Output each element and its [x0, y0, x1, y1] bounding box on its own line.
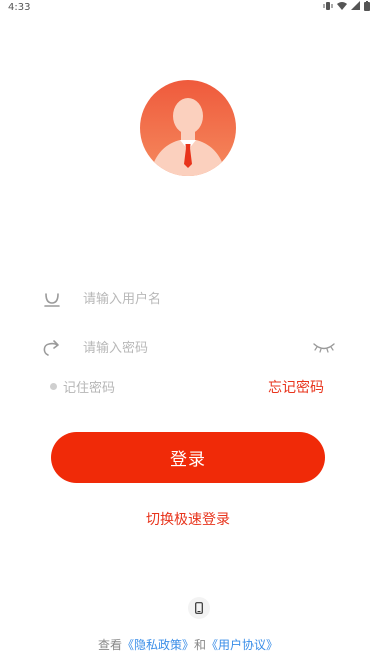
username-input[interactable]	[83, 290, 313, 308]
privacy-policy-link[interactable]: 《隐私政策》	[122, 638, 194, 652]
remember-label: 记住密码	[63, 381, 116, 396]
login-button[interactable]: 登录	[51, 432, 325, 483]
status-bar: 4:33	[0, 0, 376, 16]
status-time: 4:33	[8, 2, 31, 13]
user-icon	[44, 293, 60, 307]
switch-quick-login-link[interactable]: 切换极速登录	[0, 509, 376, 529]
forgot-password-link[interactable]: 忘记密码	[268, 377, 324, 397]
agreement-prefix: 查看	[97, 638, 122, 652]
user-avatar-icon	[140, 80, 236, 176]
agreement-line: 查看《隐私政策》和《用户协议》	[0, 636, 376, 653]
agreement-and: 和	[194, 638, 207, 652]
password-input[interactable]	[83, 339, 303, 357]
wifi-icon	[337, 2, 347, 10]
phone-login-button[interactable]	[188, 597, 210, 619]
user-agreement-link[interactable]: 《用户协议》	[206, 638, 278, 652]
battery-icon	[364, 1, 370, 11]
vibrate-icon	[323, 2, 333, 10]
lock-icon	[43, 340, 59, 356]
remember-password-toggle[interactable]: 记住密码	[50, 377, 115, 396]
eye-closed-icon[interactable]	[312, 341, 336, 355]
signal-icon	[351, 1, 360, 10]
remember-radio[interactable]	[50, 383, 57, 390]
phone-icon	[195, 602, 203, 614]
status-icons	[323, 1, 370, 11]
